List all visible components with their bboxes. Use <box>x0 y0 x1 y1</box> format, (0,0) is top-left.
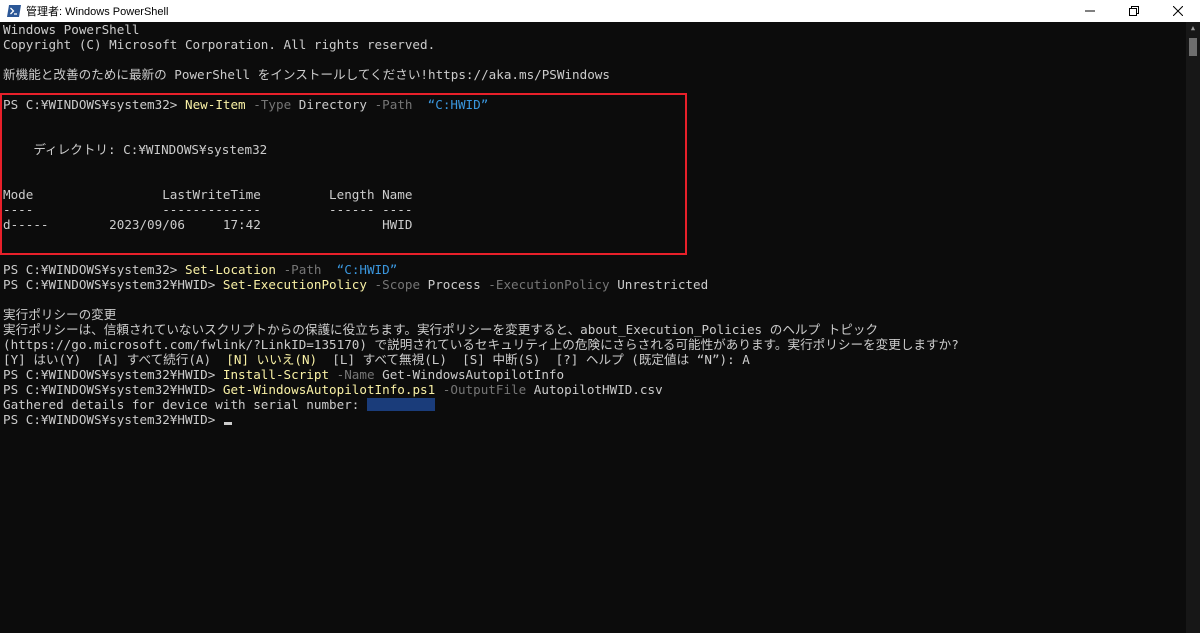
command-line-get-autopilot: PS C:¥WINDOWS¥system32¥HWID> Get-Windows… <box>3 382 663 398</box>
header-line: Windows PowerShell <box>3 22 140 37</box>
console-output[interactable]: Windows PowerShell Copyright (C) Microso… <box>0 22 1186 633</box>
minimize-icon <box>1085 10 1095 12</box>
current-prompt-line[interactable]: PS C:¥WINDOWS¥system32¥HWID> <box>3 412 232 428</box>
cmdlet: Install-Script <box>222 367 330 382</box>
prompt: PS C:¥WINDOWS¥system32¥HWID> <box>3 277 223 292</box>
redacted-serial <box>366 398 435 411</box>
policy-description-2: (https://go.microsoft.com/fwlink/?LinkID… <box>3 337 959 352</box>
scrollbar-thumb[interactable] <box>1189 38 1197 56</box>
parameter: -Name <box>329 367 375 382</box>
close-icon <box>1173 6 1183 16</box>
parameter: -Path <box>275 262 322 277</box>
argument: Get-WindowsAutopilotInfo <box>374 367 565 382</box>
cmdlet: Set-ExecutionPolicy <box>222 277 367 292</box>
choice-all-yes: [A] すべて続行(A) <box>96 352 227 367</box>
choice-answer: A <box>742 352 750 367</box>
argument: AutopilotHWID.csv <box>526 382 663 397</box>
choice-yes: [Y] はい(Y) <box>3 352 97 367</box>
command-line-install-script: PS C:¥WINDOWS¥system32¥HWID> Install-Scr… <box>3 367 564 383</box>
highlight-box <box>0 93 687 255</box>
vertical-scrollbar[interactable]: ▲ <box>1186 22 1200 633</box>
prompt: PS C:¥WINDOWS¥system32¥HWID> <box>3 382 223 397</box>
string-argument: “C:HWID” <box>321 262 398 277</box>
policy-choices: [Y] はい(Y) [A] すべて続行(A) [N] いいえ(N) [L] すべ… <box>3 352 750 368</box>
command-line-set-location: PS C:¥WINDOWS¥system32> Set-Location -Pa… <box>3 262 397 278</box>
restore-button[interactable] <box>1112 0 1156 22</box>
install-notice-line: 新機能と改善のために最新の PowerShell をインストールしてください!h… <box>3 67 610 82</box>
policy-title: 実行ポリシーの変更 <box>3 307 117 322</box>
caption-buttons <box>1068 0 1200 22</box>
restore-icon <box>1129 6 1139 16</box>
gathered-text: Gathered details for device with serial … <box>3 397 367 412</box>
powershell-window: 管理者: Windows PowerShell Windows PowerShe… <box>0 0 1200 633</box>
parameter: -Scope <box>366 277 421 292</box>
gathered-details-line: Gathered details for device with serial … <box>3 397 435 413</box>
prompt: PS C:¥WINDOWS¥system32¥HWID> <box>3 412 223 427</box>
argument: Process <box>420 277 481 292</box>
powershell-icon <box>6 3 22 19</box>
title-bar[interactable]: 管理者: Windows PowerShell <box>0 0 1200 22</box>
window-title: 管理者: Windows PowerShell <box>26 6 169 18</box>
policy-description-1: 実行ポリシーは、信頼されていないスクリプトからの保護に役立ちます。実行ポリシーを… <box>3 322 879 337</box>
cmdlet: Set-Location <box>184 262 276 277</box>
text-cursor <box>223 422 232 425</box>
cmdlet: Get-WindowsAutopilotInfo.ps1 <box>222 382 436 397</box>
choice-suspend: [S] 中断(S) <box>462 352 556 367</box>
parameter: -OutputFile <box>435 382 527 397</box>
command-line-set-executionpolicy: PS C:¥WINDOWS¥system32¥HWID> Set-Executi… <box>3 277 708 293</box>
choice-help: [?] ヘルプ (既定値は “N”): <box>555 352 743 367</box>
choice-no: [N] いいえ(N) <box>226 352 318 367</box>
close-button[interactable] <box>1156 0 1200 22</box>
choice-all-no: [L] すべて無視(L) <box>317 352 463 367</box>
minimize-button[interactable] <box>1068 0 1112 22</box>
prompt: PS C:¥WINDOWS¥system32¥HWID> <box>3 367 223 382</box>
argument: Unrestricted <box>609 277 709 292</box>
prompt: PS C:¥WINDOWS¥system32> <box>3 262 185 277</box>
scroll-up-icon[interactable]: ▲ <box>1186 22 1200 34</box>
parameter: -ExecutionPolicy <box>480 277 610 292</box>
copyright-line: Copyright (C) Microsoft Corporation. All… <box>3 37 436 52</box>
